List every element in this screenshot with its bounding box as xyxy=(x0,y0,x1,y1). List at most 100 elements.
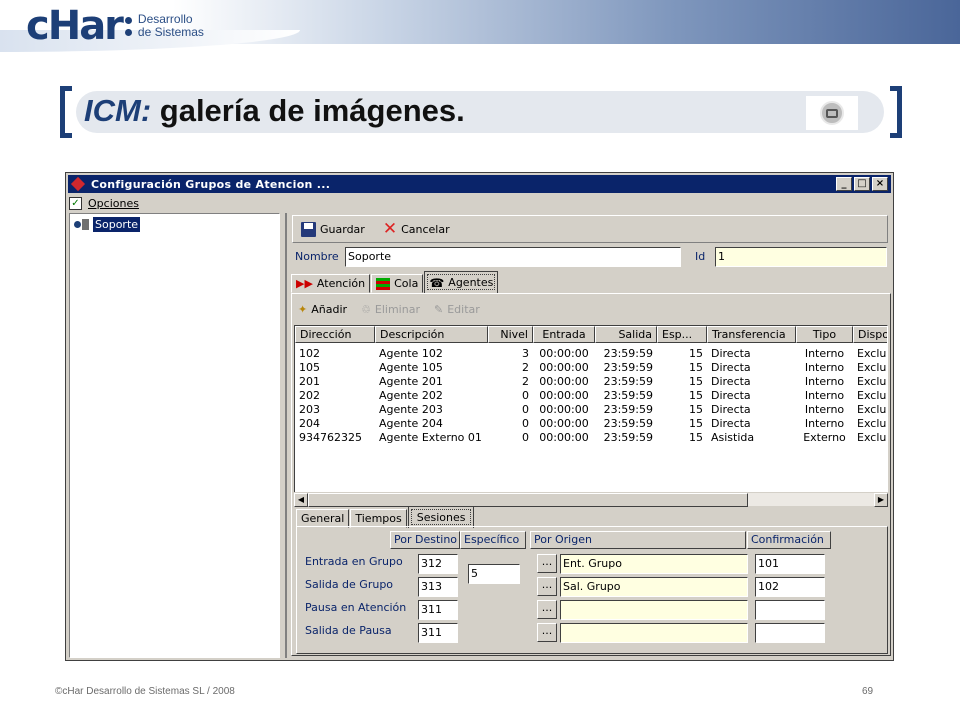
tab-cola[interactable]: Cola xyxy=(371,274,424,293)
delete-label: Eliminar xyxy=(374,302,420,316)
save-button[interactable]: Guardar xyxy=(301,221,365,237)
table-cell: Exclu xyxy=(857,375,887,388)
scroll-left-icon[interactable]: ◀ xyxy=(294,493,308,507)
table-cell: Interno xyxy=(804,347,845,360)
col-tipo[interactable]: Tipo xyxy=(796,326,853,343)
table-cell: Exclu xyxy=(857,361,887,374)
col-espera[interactable]: Esp... xyxy=(657,326,707,343)
tab-agentes[interactable]: ☎ Agentes xyxy=(424,271,499,293)
destino-salida-input[interactable]: 313 xyxy=(418,577,458,597)
table-row[interactable]: 934762325 Agente Externo 01 0 00:00:00 23:59… xyxy=(295,431,887,445)
especifico-input[interactable]: 5 xyxy=(468,564,520,584)
col-transferencia[interactable]: Transferencia xyxy=(707,326,796,343)
agents-table[interactable]: Dirección Descripción Nivel Entrada Sali… xyxy=(294,325,888,505)
horizontal-scrollbar[interactable]: ◀ ▶ xyxy=(294,492,888,507)
label-salida-pausa: Salida de Pausa xyxy=(305,624,392,637)
tab-sesiones[interactable]: Sesiones xyxy=(407,506,475,528)
queue-icon xyxy=(376,277,391,290)
sesiones-panel: Por Destino Específico Por Origen Confir… xyxy=(296,526,888,654)
add-label: Añadir xyxy=(311,302,348,316)
table-cell: 102 xyxy=(299,347,320,360)
agent-toolbar: ✦ Añadir ♲ Eliminar ✎ Editar xyxy=(298,297,480,321)
scroll-thumb[interactable] xyxy=(308,493,748,507)
confirm-entrada-input[interactable]: 101 xyxy=(755,554,825,574)
confirm-salida-input[interactable]: 102 xyxy=(755,577,825,597)
table-cell: 15 xyxy=(689,375,703,388)
group-icon xyxy=(74,218,90,232)
table-cell: Interno xyxy=(804,361,845,374)
tab-atencion[interactable]: ▶▶ Atención xyxy=(291,274,371,293)
delete-icon: ♲ xyxy=(361,302,371,316)
origen-entrada-input[interactable]: Ent. Grupo xyxy=(560,554,748,574)
table-cell: Directa xyxy=(711,403,751,416)
origin-salida-pausa-button[interactable]: ... xyxy=(537,623,557,642)
origin-entrada-button[interactable]: ... xyxy=(537,554,557,573)
maximize-button[interactable]: □ xyxy=(854,177,870,191)
col-entrada[interactable]: Entrada xyxy=(533,326,595,343)
tree-node-label[interactable]: Soporte xyxy=(93,217,141,232)
delete-agent-button[interactable]: ♲ Eliminar xyxy=(361,303,420,316)
confirm-pausa-input[interactable] xyxy=(755,600,825,620)
nombre-input[interactable]: Soporte xyxy=(345,247,681,267)
table-cell: 00:00:00 xyxy=(539,417,589,430)
table-cell: Agente 102 xyxy=(379,347,443,360)
confirm-salida-pausa-input[interactable] xyxy=(755,623,825,643)
table-cell: 2 xyxy=(522,375,529,388)
id-label: Id xyxy=(695,250,706,263)
table-cell: Agente Externo 01 xyxy=(379,431,482,444)
origen-pausa-input[interactable] xyxy=(560,600,748,620)
group-tree[interactable]: Soporte xyxy=(69,213,280,658)
table-row[interactable]: 203 Agente 203 0 00:00:00 23:59:59 15 Directa I… xyxy=(295,403,887,417)
table-row[interactable]: 102 Agente 102 3 00:00:00 23:59:59 15 Directa I… xyxy=(295,347,887,361)
table-row[interactable]: 202 Agente 202 0 00:00:00 23:59:59 15 Directa I… xyxy=(295,389,887,403)
table-cell: 15 xyxy=(689,403,703,416)
table-cell: Agente 202 xyxy=(379,389,443,402)
col-direccion[interactable]: Dirección xyxy=(295,326,375,343)
origin-pausa-button[interactable]: ... xyxy=(537,600,557,619)
table-cell: Directa xyxy=(711,417,751,430)
col-descripcion[interactable]: Descripción xyxy=(375,326,488,343)
slide-title-prefix: ICM: xyxy=(84,93,152,128)
col-dispo[interactable]: Dispo xyxy=(853,326,887,343)
table-cell: 203 xyxy=(299,403,320,416)
destino-salida-pausa-input[interactable]: 311 xyxy=(418,623,458,643)
origin-salida-button[interactable]: ... xyxy=(537,577,557,596)
table-cell: Exclu xyxy=(857,431,887,444)
scroll-right-icon[interactable]: ▶ xyxy=(874,493,888,507)
table-row[interactable]: 105 Agente 105 2 00:00:00 23:59:59 15 Directa I… xyxy=(295,361,887,375)
table-cell: 00:00:00 xyxy=(539,361,589,374)
destino-entrada-input[interactable]: 312 xyxy=(418,554,458,574)
main-tabs: ▶▶ Atención Cola ☎ Agentes xyxy=(291,271,499,293)
table-cell: Agente 203 xyxy=(379,403,443,416)
col-nivel[interactable]: Nivel xyxy=(488,326,533,343)
table-cell: 15 xyxy=(689,361,703,374)
table-cell: Exclu xyxy=(857,347,887,360)
table-cell: Interno xyxy=(804,389,845,402)
table-row[interactable]: 201 Agente 201 2 00:00:00 23:59:59 15 Directa I… xyxy=(295,375,887,389)
id-input[interactable]: 1 xyxy=(715,247,887,267)
tab-cola-label: Cola xyxy=(394,277,419,290)
window-titlebar[interactable]: Configuración Grupos de Atencion ... _ □… xyxy=(68,175,891,193)
table-cell: Exclu xyxy=(857,417,887,430)
cancel-label: Cancelar xyxy=(401,222,450,236)
table-cell: 15 xyxy=(689,431,703,444)
destino-pausa-input[interactable]: 311 xyxy=(418,600,458,620)
col-salida[interactable]: Salida xyxy=(595,326,657,343)
table-cell: Interno xyxy=(804,417,845,430)
menu-opciones[interactable]: Opciones xyxy=(88,197,139,210)
table-row[interactable]: 204 Agente 204 0 00:00:00 23:59:59 15 Directa I… xyxy=(295,417,887,431)
cancel-button[interactable]: ✕ Cancelar xyxy=(383,221,450,238)
add-agent-button[interactable]: ✦ Añadir xyxy=(298,303,347,316)
window-controls: _ □ × xyxy=(836,177,888,191)
table-cell: 2 xyxy=(522,361,529,374)
origen-salida-pausa-input[interactable] xyxy=(560,623,748,643)
tree-node-soporte[interactable]: Soporte xyxy=(74,217,141,232)
origen-salida-input[interactable]: Sal. Grupo xyxy=(560,577,748,597)
edit-agent-button[interactable]: ✎ Editar xyxy=(434,303,480,316)
table-cell: 23:59:59 xyxy=(603,417,653,430)
minimize-button[interactable]: _ xyxy=(836,177,852,191)
close-button[interactable]: × xyxy=(872,177,888,191)
slide-title-main: galería de imágenes. xyxy=(151,93,465,128)
logo-sub-line1: Desarrollo xyxy=(137,12,193,26)
table-cell: 00:00:00 xyxy=(539,347,589,360)
